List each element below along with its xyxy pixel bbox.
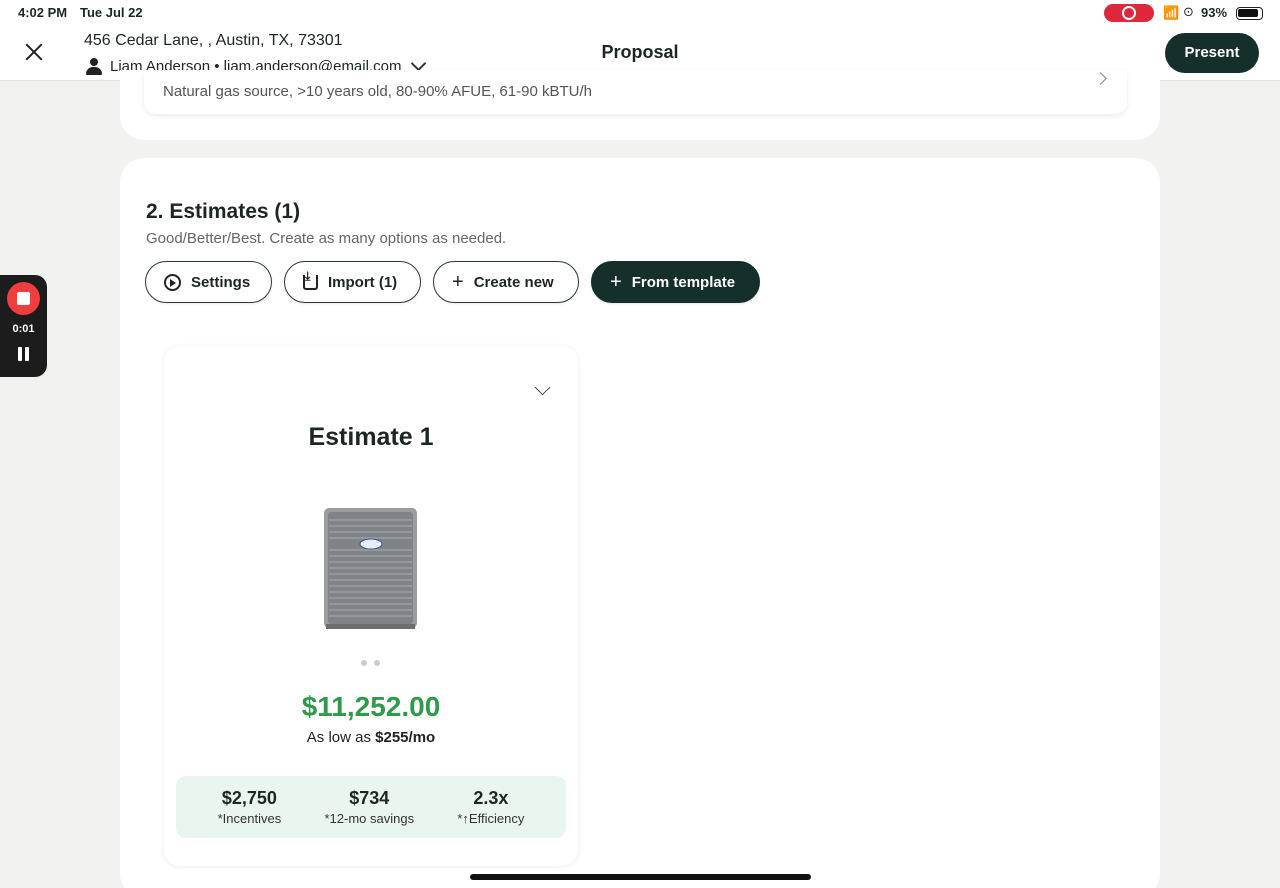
section-subtitle: Good/Better/Best. Create as many options… <box>146 230 507 247</box>
existing-equipment-row[interactable]: Natural gas source, >10 years old, 80-90… <box>144 70 1127 114</box>
import-button[interactable]: Import (1) <box>284 261 421 303</box>
settings-icon <box>164 273 181 291</box>
estimates-section: 2. Estimates (1) Good/Better/Best. Creat… <box>120 158 1160 888</box>
wifi-icon: 📶 <box>1163 5 1180 20</box>
financing-note: As low as $255/mo <box>164 729 578 746</box>
battery-percent: 93% <box>1201 5 1228 20</box>
import-label: Import (1) <box>328 273 398 291</box>
equipment-card: Natural gas source, >10 years old, 80-90… <box>120 70 1160 140</box>
stat-value: $734 <box>349 788 390 808</box>
financing-amount: $255/mo <box>375 729 436 746</box>
settings-label: Settings <box>191 273 251 291</box>
estimate-price: $11,252.00 <box>301 691 441 722</box>
stat-incentives: $2,750 *Incentives <box>218 776 282 838</box>
stat-label: *12-mo savings <box>324 811 415 826</box>
screen-recording-indicator-icon[interactable] <box>1104 4 1154 22</box>
stat-value: 2.3x <box>473 788 509 808</box>
screen-recorder-widget: 0:01 <box>0 275 47 377</box>
estimate-stats: $2,750 *Incentives $734 *12-mo savings 2… <box>176 776 566 838</box>
stat-label: *Incentives <box>217 811 282 826</box>
stop-recording-icon[interactable] <box>7 282 40 315</box>
stat-label: *↑Efficiency <box>457 811 525 826</box>
stat-savings: $734 *12-mo savings <box>324 776 414 838</box>
from-template-label: From template <box>631 273 736 291</box>
pager-dot[interactable] <box>361 660 367 666</box>
recording-time: 0:01 <box>12 323 35 335</box>
stat-value: $2,750 <box>221 788 277 808</box>
from-template-button[interactable]: + From template <box>591 261 760 303</box>
equipment-description: Natural gas source, >10 years old, 80-90… <box>163 83 592 100</box>
stat-efficiency: 2.3x *↑Efficiency <box>457 776 524 838</box>
estimate-card[interactable]: Estimate 1 $11,252.00 As low as $255/mo <box>164 346 578 866</box>
chevron-down-icon[interactable] <box>534 379 551 396</box>
present-button[interactable]: Present <box>1165 33 1259 73</box>
status-time: 4:02 PM <box>18 5 68 20</box>
settings-button[interactable]: Settings <box>145 261 272 303</box>
ac-unit-image[interactable] <box>323 506 418 631</box>
image-pager[interactable] <box>361 660 380 666</box>
section-title: 2. Estimates (1) <box>146 200 301 223</box>
status-bar: 4:02 PM Tue Jul 22 📶 ⊙ 93% <box>0 0 1280 26</box>
financing-prefix: As low as <box>306 729 376 746</box>
job-address: 456 Cedar Lane, , Austin, TX, 73301 <box>84 32 343 49</box>
close-icon[interactable] <box>20 38 48 66</box>
create-new-label: Create new <box>473 273 554 291</box>
pause-icon[interactable] <box>17 347 30 361</box>
orientation-lock-icon: ⊙ <box>1183 4 1194 19</box>
status-date: Tue Jul 22 <box>80 5 143 20</box>
estimate-actions: Settings Import (1) + Create new + From … <box>145 261 760 303</box>
battery-fill <box>1238 9 1258 17</box>
plus-icon: + <box>452 270 464 293</box>
estimate-name: Estimate 1 <box>308 423 434 451</box>
import-icon <box>303 269 318 290</box>
create-new-button[interactable]: + Create new <box>433 261 579 303</box>
pager-dot[interactable] <box>374 660 380 666</box>
person-icon <box>86 57 102 75</box>
plus-icon: + <box>610 270 622 293</box>
battery-icon <box>1236 7 1263 20</box>
chevron-right-icon <box>1094 72 1107 85</box>
home-indicator[interactable] <box>470 874 811 880</box>
chevron-down-icon[interactable] <box>411 55 427 71</box>
